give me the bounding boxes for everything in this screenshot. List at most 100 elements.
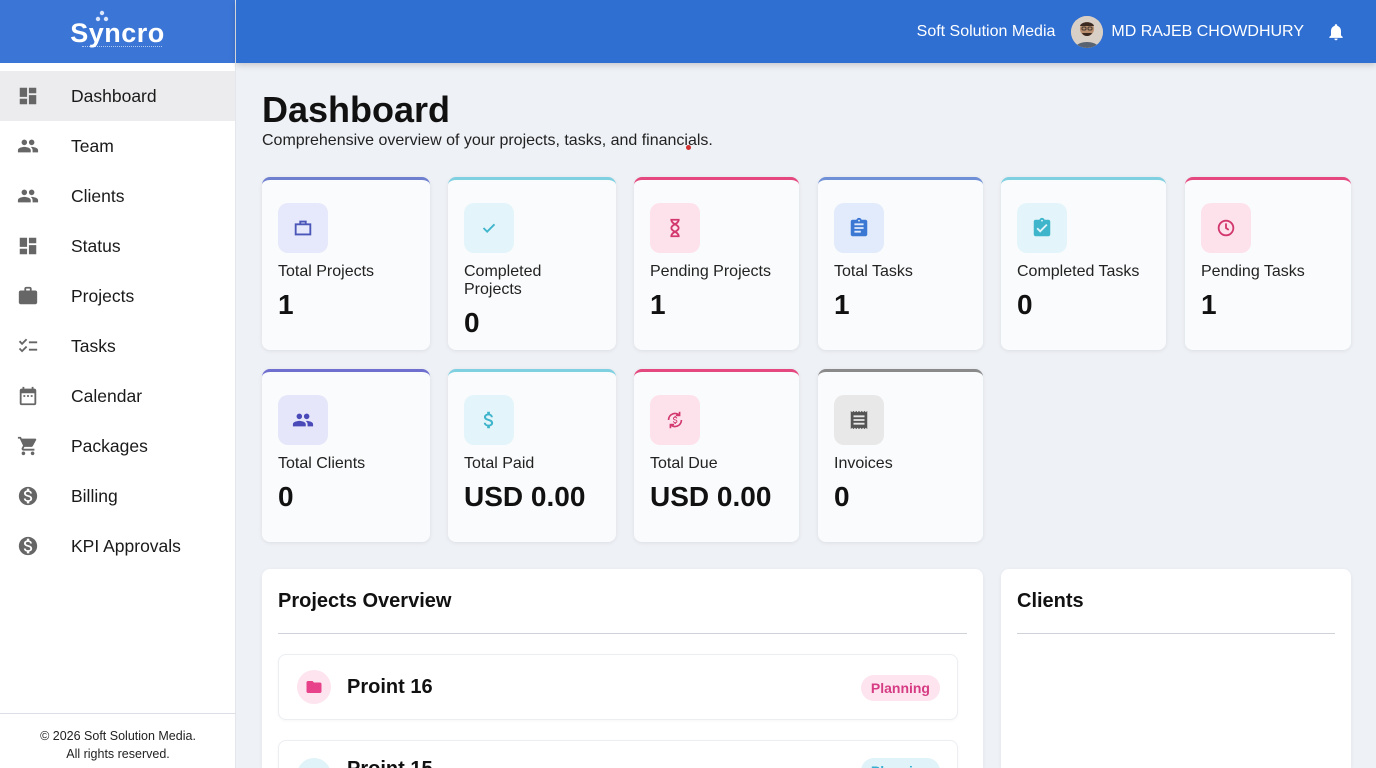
stat-label: Total Due (650, 455, 718, 472)
sidebar-item-packages[interactable]: Packages (0, 421, 235, 471)
sidebar-item-label: Team (71, 135, 114, 156)
sidebar-item-billing[interactable]: Billing (0, 471, 235, 521)
sidebar-item-label: Projects (71, 285, 135, 306)
sidebar-item-kpi-approvals[interactable]: KPI Approvals (0, 521, 235, 571)
stat-label: Completed Projects (464, 263, 542, 298)
indicator-dot (686, 145, 691, 150)
stat-label: Total Paid (464, 455, 535, 472)
cart-icon (17, 435, 39, 457)
user-name[interactable]: MD RAJEB CHOWDHURY (1111, 23, 1304, 41)
stat-icon-box (1017, 203, 1067, 253)
sidebar-item-projects[interactable]: Projects (0, 271, 235, 321)
stat-icon-box (464, 203, 514, 253)
folder-icon (297, 670, 331, 704)
briefcase-icon (17, 285, 39, 307)
sidebar-item-label: Packages (71, 435, 148, 456)
sidebar-item-label: Status (71, 235, 121, 256)
stat-card-completed-tasks[interactable]: Completed Tasks 0 (1001, 177, 1166, 350)
avatar[interactable] (1071, 15, 1104, 48)
stat-card-pending-projects[interactable]: Pending Projects 1 (634, 177, 799, 350)
stat-card-total-projects[interactable]: Total Projects 1 (262, 177, 430, 350)
clock-icon (1217, 219, 1235, 237)
brand-header[interactable]: Syncro (0, 0, 235, 63)
stat-icon-box (834, 395, 884, 445)
receipt-icon (850, 410, 868, 430)
sidebar-item-team[interactable]: Team (0, 121, 235, 171)
stat-label: Pending Tasks (1201, 263, 1305, 280)
brand-tagline-decoration (82, 46, 162, 48)
projects-overview-panel: Projects Overview Proint 16 Planning Pro… (262, 569, 983, 768)
stat-icon-box (834, 203, 884, 253)
main-content: Dashboard Comprehensive overview of your… (262, 63, 1352, 150)
stat-icon-box (278, 395, 328, 445)
page-subtitle: Comprehensive overview of your projects,… (262, 132, 713, 149)
stat-value: 0 (1017, 289, 1033, 320)
stat-label: Pending Projects (650, 263, 771, 280)
stat-value: 0 (834, 481, 850, 512)
stat-value: 0 (278, 481, 294, 512)
hourglass-icon (670, 218, 680, 238)
topbar: Soft Solution Media MD RAJEB CHOWDHURY (236, 0, 1376, 63)
sidebar-item-label: Billing (71, 485, 118, 506)
page-title: Dashboard (262, 89, 451, 130)
stat-card-completed-projects[interactable]: Completed Projects 0 (448, 177, 616, 350)
clipboard-check-icon (1033, 217, 1051, 237)
sidebar-item-clients[interactable]: Clients (0, 171, 235, 221)
stat-icon-box (464, 395, 514, 445)
status-badge: Planning (860, 675, 940, 701)
stat-value: 1 (278, 289, 294, 320)
people-icon (292, 413, 314, 427)
panel-divider (1017, 633, 1335, 634)
stat-label: Total Tasks (834, 263, 913, 280)
sidebar: Syncro Dashboard Team Clients Status Pro… (0, 0, 236, 768)
stat-value: 1 (650, 289, 666, 320)
stat-icon-box (650, 395, 700, 445)
people-icon (17, 185, 39, 207)
sidebar-item-tasks[interactable]: Tasks (0, 321, 235, 371)
stat-card-total-paid[interactable]: Total Paid USD 0.00 (448, 369, 616, 542)
sidebar-item-label: Tasks (71, 335, 116, 356)
clients-panel: Clients (1001, 569, 1351, 768)
project-name: Proint 16 (347, 675, 433, 698)
project-name: Proint 15 (347, 758, 433, 768)
stat-card-total-due[interactable]: Total Due USD 0.00 (634, 369, 799, 542)
calendar-icon (17, 385, 39, 407)
currency-exchange-icon (667, 411, 683, 429)
sidebar-footer: © 2026 Soft Solution Media. All rights r… (0, 713, 236, 768)
org-name[interactable]: Soft Solution Media (917, 23, 1056, 41)
stat-icon-box (1201, 203, 1251, 253)
stat-label: Total Clients (278, 455, 366, 472)
sidebar-nav: Dashboard Team Clients Status Projects T… (0, 71, 235, 571)
sidebar-item-calendar[interactable]: Calendar (0, 371, 235, 421)
stat-card-total-clients[interactable]: Total Clients 0 (262, 369, 430, 542)
stat-label: Total Projects (278, 263, 375, 280)
checklist-icon (17, 335, 39, 357)
clipboard-icon (850, 217, 868, 237)
stat-card-total-tasks[interactable]: Total Tasks 1 (818, 177, 983, 350)
stat-label: Completed Tasks (1017, 263, 1140, 280)
stat-card-invoices[interactable]: Invoices 0 (818, 369, 983, 542)
dollar-icon (483, 411, 494, 429)
stat-label: Invoices (834, 455, 893, 472)
sidebar-item-label: Clients (71, 185, 125, 206)
dashboard-icon (17, 85, 39, 107)
bell-icon[interactable] (1326, 22, 1346, 42)
sidebar-item-status[interactable]: Status (0, 221, 235, 271)
stat-icon-box (650, 203, 700, 253)
stat-value: 1 (834, 289, 850, 320)
people-icon (17, 135, 39, 157)
project-row[interactable]: Proint 16 Planning (278, 654, 958, 720)
sidebar-item-dashboard[interactable]: Dashboard (0, 71, 235, 121)
project-row[interactable]: Proint 15 Planning (278, 740, 958, 768)
stat-value: USD 0.00 (650, 481, 772, 512)
folder-icon (297, 758, 331, 768)
dollar-circle-icon (17, 485, 39, 507)
briefcase-icon (294, 220, 312, 236)
stat-value: 1 (1201, 289, 1217, 320)
sidebar-item-label: Dashboard (71, 85, 157, 106)
brand-logo: Syncro (70, 18, 165, 48)
panel-title: Clients (1017, 590, 1084, 612)
stat-value: 0 (464, 307, 480, 338)
panel-title: Projects Overview (278, 590, 452, 612)
stat-card-pending-tasks[interactable]: Pending Tasks 1 (1185, 177, 1351, 350)
